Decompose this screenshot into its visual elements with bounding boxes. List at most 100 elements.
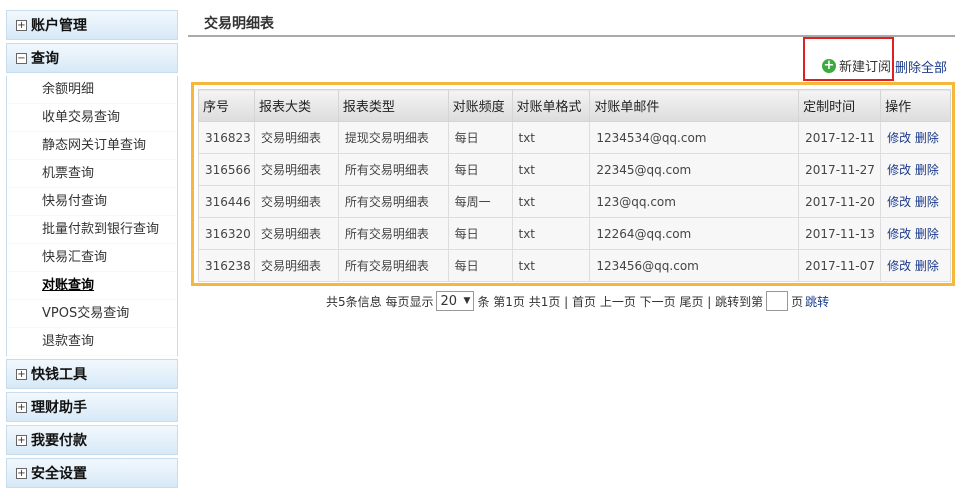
cell-actions: 修改 删除 xyxy=(880,249,951,282)
cell-id: 316823 xyxy=(198,121,255,154)
cell-category: 交易明细表 xyxy=(253,217,339,250)
expand-icon: + xyxy=(16,467,27,479)
cell-frequency: 每日 xyxy=(447,217,513,250)
col-category: 报表大类 xyxy=(253,89,339,122)
expand-icon: + xyxy=(16,401,27,413)
cell-date: 2017-12-11 xyxy=(798,121,882,154)
subscription-table-container: 序号 报表大类 报表类型 对账频度 对账单格式 对账单邮件 定制时间 操作 31… xyxy=(191,82,955,286)
new-subscription-label: 新建订阅 xyxy=(839,60,892,75)
sidebar-item-quickpay[interactable]: 快易付查询 xyxy=(7,188,177,216)
cell-date: 2017-11-07 xyxy=(798,249,882,282)
cell-category: 交易明细表 xyxy=(253,153,339,186)
new-subscription-button[interactable]: + 新建订阅 xyxy=(822,56,891,75)
sidebar-item-flights[interactable]: 机票查询 xyxy=(7,160,177,188)
edit-link[interactable]: 修改 xyxy=(887,131,911,145)
cell-format: txt xyxy=(511,185,591,218)
sidebar-section-label: 安全设置 xyxy=(31,466,87,482)
page-jump-input[interactable] xyxy=(766,291,789,311)
sidebar-item-balance[interactable]: 余额明细 xyxy=(7,76,177,104)
sidebar-section-finance[interactable]: + 理财助手 xyxy=(6,392,178,422)
cell-email: 22345@qq.com xyxy=(589,153,800,186)
cell-type: 所有交易明细表 xyxy=(337,249,449,282)
cell-actions: 修改 删除 xyxy=(880,185,951,218)
delete-link[interactable]: 删除 xyxy=(915,259,939,273)
collapse-icon: − xyxy=(16,52,27,64)
col-email: 对账单邮件 xyxy=(589,89,800,122)
cell-frequency: 每周一 xyxy=(447,185,513,218)
pagination-nav: 条 第1页 共1页 | 首页 上一页 下一页 尾页 | 跳转到第 xyxy=(477,294,764,309)
table-row: 316238 交易明细表 所有交易明细表 每日 txt 123456@qq.co… xyxy=(198,249,951,282)
cell-category: 交易明细表 xyxy=(253,185,339,218)
cell-frequency: 每日 xyxy=(447,153,513,186)
cell-actions: 修改 删除 xyxy=(880,153,951,186)
cell-frequency: 每日 xyxy=(447,249,513,282)
sidebar-item-vpos[interactable]: VPOS交易查询 xyxy=(7,300,177,328)
sidebar-item-gateway-orders[interactable]: 静态网关订单查询 xyxy=(7,132,177,160)
caret-down-icon: ▼ xyxy=(463,296,471,306)
expand-icon: + xyxy=(16,368,27,380)
col-id: 序号 xyxy=(198,89,255,122)
table-row: 316446 交易明细表 所有交易明细表 每周一 txt 123@qq.com … xyxy=(198,185,951,218)
cell-id: 316320 xyxy=(198,217,255,250)
edit-link[interactable]: 修改 xyxy=(887,259,911,273)
sidebar-section-query[interactable]: − 查询 xyxy=(6,43,178,73)
cell-id: 316446 xyxy=(198,185,255,218)
plus-icon: + xyxy=(822,57,836,73)
col-format: 对账单格式 xyxy=(511,89,591,122)
sidebar-section-label: 查询 xyxy=(31,51,59,67)
cell-email: 12264@qq.com xyxy=(589,217,800,250)
cell-format: txt xyxy=(511,121,591,154)
cell-category: 交易明细表 xyxy=(253,121,339,154)
sidebar-section-label: 账户管理 xyxy=(31,18,87,34)
edit-link[interactable]: 修改 xyxy=(887,195,911,209)
table-row: 316566 交易明细表 所有交易明细表 每日 txt 22345@qq.com… xyxy=(198,153,951,186)
delete-link[interactable]: 删除 xyxy=(915,163,939,177)
col-frequency: 对账频度 xyxy=(447,89,513,122)
cell-format: txt xyxy=(511,249,591,282)
page-size-select[interactable]: 20 ▼ xyxy=(436,291,475,311)
sidebar-item-acquiring[interactable]: 收单交易查询 xyxy=(7,104,177,132)
cell-email: 123@qq.com xyxy=(589,185,800,218)
cell-type: 所有交易明细表 xyxy=(337,185,449,218)
jump-button[interactable]: 跳转 xyxy=(805,293,829,310)
sidebar-section-security[interactable]: + 安全设置 xyxy=(6,458,178,488)
col-type: 报表类型 xyxy=(337,89,449,122)
delete-link[interactable]: 删除 xyxy=(915,195,939,209)
expand-icon: + xyxy=(16,434,27,446)
table-header-row: 序号 报表大类 报表类型 对账频度 对账单格式 对账单邮件 定制时间 操作 xyxy=(198,89,951,122)
page-unit: 页 xyxy=(791,294,804,309)
sidebar-section-label: 快钱工具 xyxy=(31,367,87,383)
sidebar-section-payment[interactable]: + 我要付款 xyxy=(6,425,178,455)
query-submenu: 余额明细 收单交易查询 静态网关订单查询 机票查询 快易付查询 批量付款到银行查… xyxy=(6,76,178,356)
cell-frequency: 每日 xyxy=(447,121,513,154)
subscription-table: 序号 报表大类 报表类型 对账频度 对账单格式 对账单邮件 定制时间 操作 31… xyxy=(198,89,951,282)
cell-email: 1234534@qq.com xyxy=(589,121,800,154)
sidebar-item-batch-bank[interactable]: 批量付款到银行查询 xyxy=(7,216,177,244)
sidebar-section-label: 理财助手 xyxy=(31,400,87,416)
page-title: 交易明细表 xyxy=(204,16,274,32)
cell-date: 2017-11-20 xyxy=(798,185,882,218)
cell-format: txt xyxy=(511,153,591,186)
cell-category: 交易明细表 xyxy=(253,249,339,282)
delete-link[interactable]: 删除 xyxy=(915,227,939,241)
sidebar-item-refund[interactable]: 退款查询 xyxy=(7,328,177,356)
sidebar-section-tools[interactable]: + 快钱工具 xyxy=(6,359,178,389)
cell-date: 2017-11-27 xyxy=(798,153,882,186)
sidebar-item-remit[interactable]: 快易汇查询 xyxy=(7,244,177,272)
sidebar-section-account[interactable]: + 账户管理 xyxy=(6,10,178,40)
cell-id: 316566 xyxy=(198,153,255,186)
cell-actions: 修改 删除 xyxy=(880,217,951,250)
edit-link[interactable]: 修改 xyxy=(887,227,911,241)
sidebar-section-label: 我要付款 xyxy=(31,433,87,449)
expand-icon: + xyxy=(16,19,27,31)
cell-email: 123456@qq.com xyxy=(589,249,800,282)
pagination-info: 共5条信息 每页显示 xyxy=(326,294,434,309)
delete-all-button[interactable]: 删除全部 xyxy=(895,57,947,76)
delete-link[interactable]: 删除 xyxy=(915,131,939,145)
edit-link[interactable]: 修改 xyxy=(887,163,911,177)
cell-type: 提现交易明细表 xyxy=(337,121,449,154)
col-actions: 操作 xyxy=(880,89,951,122)
pagination: 共5条信息 每页显示 20 ▼ 条 第1页 共1页 | 首页 上一页 下一页 尾… xyxy=(326,290,829,312)
sidebar-item-reconciliation[interactable]: 对账查询 xyxy=(7,272,177,300)
cell-id: 316238 xyxy=(198,249,255,282)
